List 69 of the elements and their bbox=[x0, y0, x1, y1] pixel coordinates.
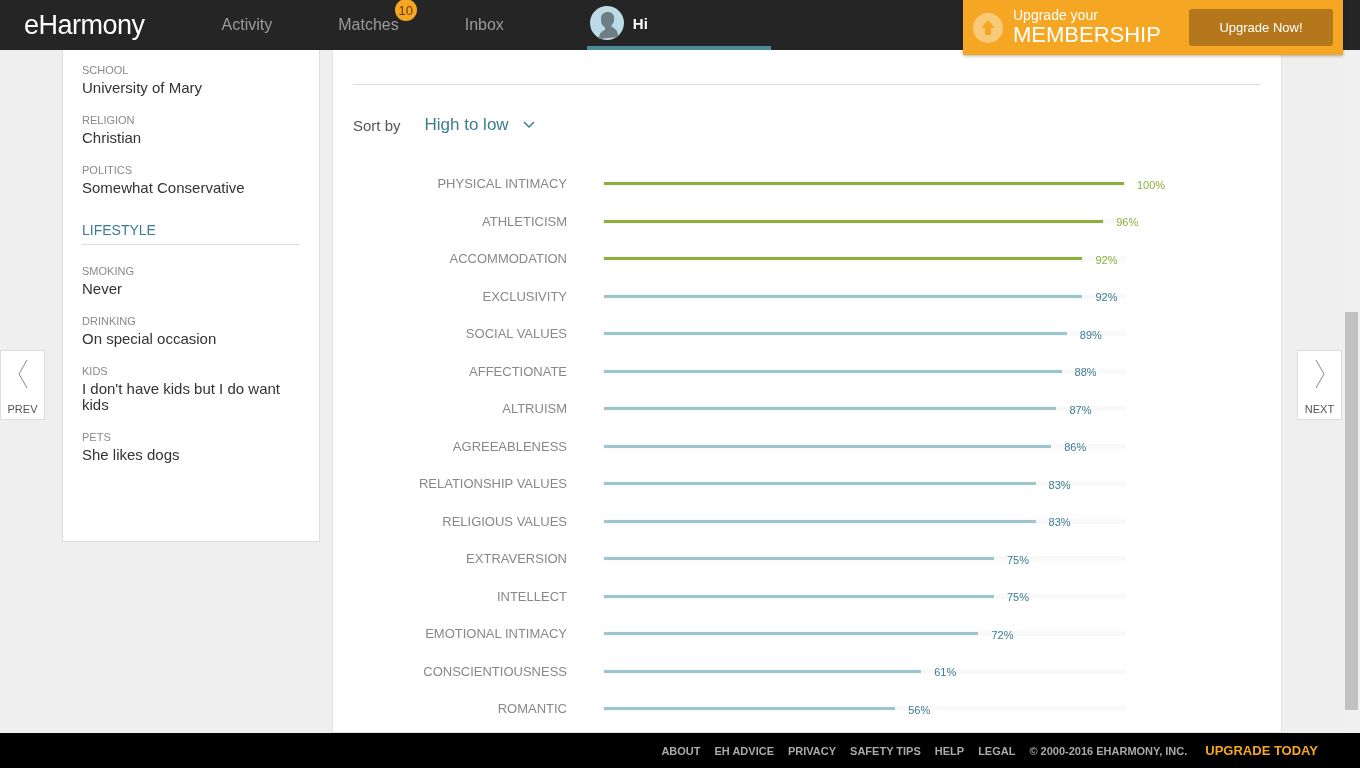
field-label: RELIGION bbox=[82, 114, 136, 126]
trait-name: EMOTIONAL INTIMACY bbox=[424, 626, 567, 642]
score-percent: 86% bbox=[1064, 441, 1087, 454]
trait-name: PHYSICAL INTIMACY bbox=[436, 176, 567, 192]
membership-label: MEMBERSHIP bbox=[1013, 23, 1161, 47]
footer-link[interactable]: EH ADVICE bbox=[714, 744, 774, 757]
sort-dropdown[interactable]: High to low bbox=[424, 115, 535, 135]
upgrade-now-button[interactable]: Upgrade Now! bbox=[1189, 9, 1333, 46]
trait-name: EXCLUSIVITY bbox=[481, 288, 567, 304]
score-percent: 92% bbox=[1095, 253, 1118, 266]
logo[interactable]: eHarmony bbox=[24, 9, 145, 41]
footer-link[interactable]: LEGAL bbox=[978, 744, 1016, 757]
field-label: KIDS bbox=[82, 365, 109, 377]
upgrade-title: Upgrade your bbox=[1013, 8, 1099, 23]
user-name[interactable]: Hi bbox=[632, 14, 648, 32]
score-percent: 75% bbox=[1007, 591, 1030, 604]
score-percent: 87% bbox=[1069, 403, 1092, 416]
trait-name: RELIGIOUS VALUES bbox=[441, 513, 567, 529]
chevron-down-icon bbox=[522, 121, 535, 129]
field-value: On special occasion bbox=[82, 331, 218, 347]
score-percent: 96% bbox=[1116, 216, 1139, 229]
section-heading: LIFESTYLE bbox=[82, 214, 299, 245]
chevron-right-icon bbox=[1313, 359, 1326, 389]
field-value: She likes dogs bbox=[82, 447, 181, 463]
field-value: Christian bbox=[82, 130, 143, 146]
trait-name: INTELLECT bbox=[495, 588, 567, 604]
score-percent: 75% bbox=[1007, 553, 1030, 566]
field-label: DRINKING bbox=[82, 315, 137, 327]
field-value: University of Mary bbox=[82, 80, 204, 96]
score-percent: 100% bbox=[1137, 178, 1166, 191]
field-label: SMOKING bbox=[82, 265, 135, 277]
score-percent: 89% bbox=[1079, 328, 1102, 341]
nav-link[interactable]: Inbox bbox=[464, 16, 504, 33]
trait-name: ACCOMMODATION bbox=[448, 251, 567, 267]
sort-label: Sort by bbox=[353, 116, 401, 134]
trait-name: RELATIONSHIP VALUES bbox=[417, 476, 567, 492]
footer-link[interactable]: ABOUT bbox=[661, 744, 701, 757]
field-label: POLITICS bbox=[82, 164, 134, 176]
trait-name: AFFECTIONATE bbox=[468, 363, 567, 379]
trait-name: ATHLETICISM bbox=[481, 213, 567, 229]
score-percent: 92% bbox=[1095, 291, 1118, 304]
field-label: SCHOOL bbox=[82, 64, 130, 76]
footer-link[interactable]: PRIVACY bbox=[788, 744, 837, 757]
trait-name: EXTRAVERSION bbox=[465, 551, 567, 567]
trait-name: SOCIAL VALUES bbox=[464, 326, 567, 342]
trait-name: AGREEABLENESS bbox=[451, 438, 567, 454]
field-value: I don't have kids but I do want kids bbox=[82, 381, 281, 413]
upgrade-today-link[interactable]: UPGRADE TODAY bbox=[1205, 743, 1318, 758]
nav-link[interactable]: Activity bbox=[221, 16, 273, 33]
trait-name: ROMANTIC bbox=[496, 701, 567, 717]
prev-button[interactable]: PREV bbox=[0, 350, 45, 420]
score-percent: 83% bbox=[1048, 478, 1071, 491]
field-label: PETS bbox=[82, 431, 112, 443]
next-button[interactable]: NEXT bbox=[1297, 350, 1342, 420]
score-percent: 88% bbox=[1074, 366, 1097, 379]
footer-link[interactable]: SAFETY TIPS bbox=[850, 744, 921, 757]
field-value: Never bbox=[82, 281, 123, 297]
score-percent: 83% bbox=[1048, 516, 1071, 529]
chevron-left-icon bbox=[16, 359, 29, 389]
score-percent: 72% bbox=[991, 628, 1014, 641]
footer-link[interactable]: HELP bbox=[934, 744, 965, 757]
score-percent: 56% bbox=[908, 703, 931, 716]
notification-badge: 10 bbox=[394, 0, 417, 21]
field-value: Somewhat Conservative bbox=[82, 180, 246, 196]
score-percent: 61% bbox=[934, 666, 957, 679]
trait-name: CONSCIENTIOUSNESS bbox=[422, 663, 567, 679]
trait-name: ALTRUISM bbox=[501, 401, 567, 417]
avatar-icon[interactable] bbox=[588, 5, 625, 41]
copyright: © 2000-2016 EHARMONY, INC. bbox=[1029, 744, 1188, 757]
